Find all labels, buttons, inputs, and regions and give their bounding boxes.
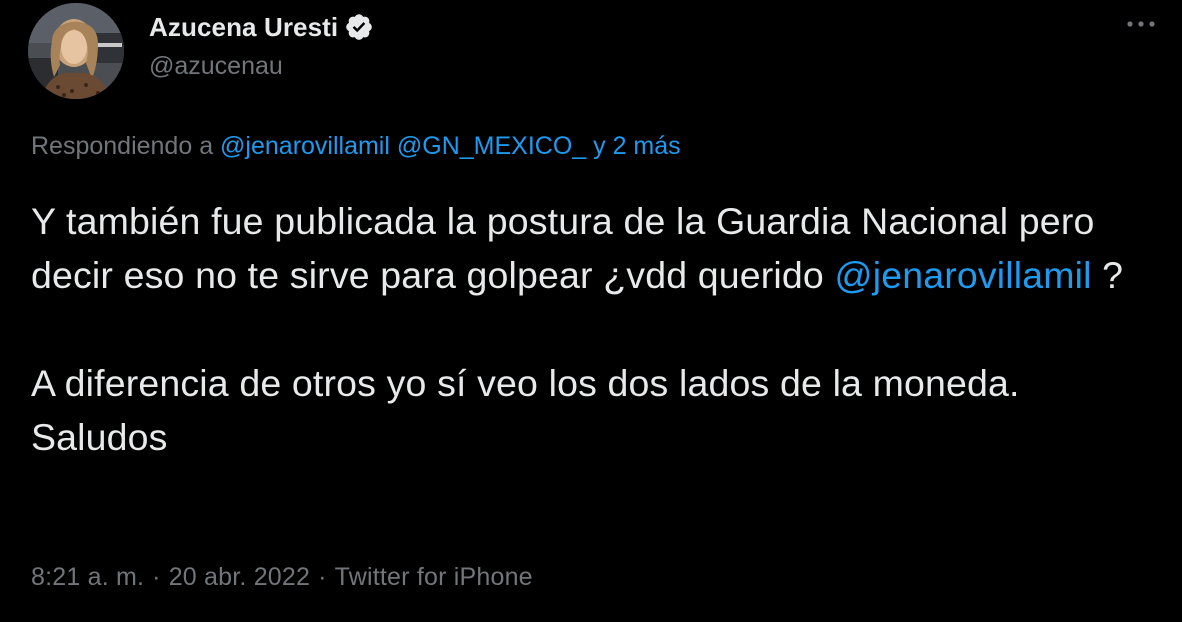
author-display-name[interactable]: Azucena Uresti [149, 12, 338, 43]
more-options-button[interactable] [1118, 4, 1164, 44]
tweet-time[interactable]: 8:21 a. m. [31, 563, 144, 591]
replying-mention-gn-mexico[interactable]: @GN_MEXICO_ [397, 132, 586, 160]
replying-others-link[interactable]: y 2 más [593, 132, 681, 160]
replying-to-line: Respondiendo a @jenarovillamil @GN_MEXIC… [31, 132, 681, 161]
tweet-paragraph-1: Y también fue publicada la postura de la… [31, 194, 1151, 302]
tweet-mention-jenarovillamil[interactable]: @jenarovillamil [835, 254, 1092, 296]
tweet-text-end: ? [1091, 254, 1124, 296]
more-horizontal-icon [1127, 21, 1155, 27]
profile-photo-icon [28, 3, 124, 99]
tweet-date[interactable]: 20 abr. 2022 [169, 563, 310, 591]
tweet-source[interactable]: Twitter for iPhone [335, 563, 533, 591]
author-handle[interactable]: @azucenau [149, 52, 283, 81]
author-name-row: Azucena Uresti [149, 10, 374, 44]
tweet-text: Y también fue publicada la postura de la… [31, 194, 1151, 464]
verified-badge-icon [344, 12, 374, 42]
tweet-meta: 8:21 a. m. · 20 abr. 2022 · Twitter for iPho… [31, 563, 533, 592]
replying-mention-jenarovillamil[interactable]: @jenarovillamil [220, 132, 390, 160]
meta-separator: · [152, 563, 161, 591]
replying-prefix: Respondiendo a [31, 132, 214, 160]
tweet-container: Azucena Uresti @azucenau Respondiendo a … [0, 0, 1182, 622]
meta-separator: · [318, 563, 327, 591]
avatar[interactable] [28, 3, 124, 99]
tweet-paragraph-2: A diferencia de otros yo sí veo los dos … [31, 362, 1020, 458]
